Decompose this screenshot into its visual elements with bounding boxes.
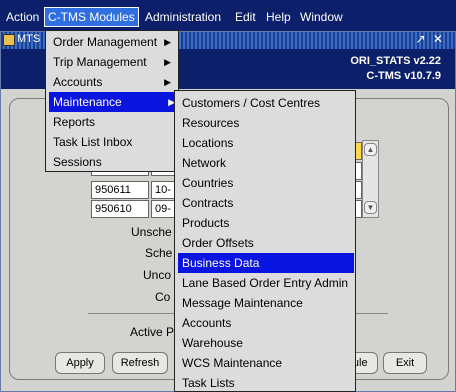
menu-item-products[interactable]: Products: [178, 213, 354, 233]
menu-item-task-list-inbox[interactable]: Task List Inbox: [49, 132, 175, 152]
grid-cell-id[interactable]: 950610: [91, 200, 149, 218]
menu-window[interactable]: Window: [297, 9, 346, 25]
submenu-arrow-icon: ▶: [164, 37, 171, 47]
menu-edit[interactable]: Edit: [232, 9, 259, 25]
menu-item-task-lists[interactable]: Task Lists: [178, 373, 354, 392]
grid-scrollbar[interactable]: ▲ ▼: [362, 140, 379, 218]
menu-ctms-modules[interactable]: C-TMS Modules: [44, 7, 139, 27]
menu-item-wcs-maintenance[interactable]: WCS Maintenance: [178, 353, 354, 373]
menu-item-warehouse[interactable]: Warehouse: [178, 333, 354, 353]
label-completed: Co: [155, 290, 171, 304]
menu-item-trip-management[interactable]: Trip Management ▶: [49, 52, 175, 72]
refresh-button[interactable]: Refresh: [112, 352, 168, 374]
menu-item-locations[interactable]: Locations: [178, 133, 354, 153]
label-active: Active P: [130, 325, 175, 339]
menu-item-label: Accounts: [53, 75, 103, 89]
menu-item-order-offsets[interactable]: Order Offsets: [178, 233, 354, 253]
label-uncompleted: Unco: [143, 268, 172, 282]
menu-item-label: Maintenance: [53, 95, 122, 109]
grid-cell-date[interactable]: 10-: [151, 181, 175, 199]
menu-item-sessions[interactable]: Sessions: [49, 152, 175, 172]
apply-button[interactable]: Apply: [55, 352, 105, 374]
maintenance-submenu: Customers / Cost Centres Resources Locat…: [174, 90, 356, 392]
menu-item-message-maintenance[interactable]: Message Maintenance: [178, 293, 354, 313]
menu-action[interactable]: Action: [3, 9, 42, 25]
menu-item-accounts[interactable]: Accounts: [178, 313, 354, 333]
ctms-modules-menu: Order Management ▶ Trip Management ▶ Accou…: [45, 30, 179, 172]
menu-item-countries[interactable]: Countries: [178, 173, 354, 193]
menu-item-maintenance[interactable]: Maintenance ▶: [49, 92, 179, 112]
grid-cell-id[interactable]: 950611: [91, 181, 149, 199]
menu-item-contracts[interactable]: Contracts: [178, 193, 354, 213]
ctms-version: C-TMS v10.7.9: [366, 70, 441, 82]
window-title: MTS: [17, 33, 41, 45]
menu-item-network[interactable]: Network: [178, 153, 354, 173]
menu-item-order-management[interactable]: Order Management ▶: [49, 32, 175, 52]
window-controls-icon[interactable]: ↗ ✕: [416, 32, 445, 46]
label-unscheduled: Unsche: [131, 225, 172, 239]
menu-item-customers[interactable]: Customers / Cost Centres: [178, 93, 354, 113]
menu-item-label: Order Management: [53, 35, 158, 49]
menu-item-resources[interactable]: Resources: [178, 113, 354, 133]
menu-item-business-data[interactable]: Business Data: [178, 253, 354, 273]
scroll-up-icon[interactable]: ▲: [364, 143, 377, 156]
grid-cell-date[interactable]: 09-: [151, 200, 175, 218]
submenu-arrow-icon: ▶: [164, 77, 171, 87]
menu-bar: Action C-TMS Modules Administration Edit…: [0, 0, 456, 31]
menu-item-accounts[interactable]: Accounts ▶: [49, 72, 175, 92]
menu-help[interactable]: Help: [263, 9, 294, 25]
ori-stats-version: ORI_STATS v2.22: [350, 55, 441, 67]
menu-item-reports[interactable]: Reports: [49, 112, 175, 132]
submenu-arrow-icon: ▶: [164, 57, 171, 67]
menu-item-lane-based-order-entry-admin[interactable]: Lane Based Order Entry Admin: [178, 273, 354, 293]
scroll-down-icon[interactable]: ▼: [364, 201, 377, 214]
menu-item-label: Trip Management: [53, 55, 147, 69]
exit-button[interactable]: Exit: [383, 352, 427, 374]
menu-administration[interactable]: Administration: [142, 9, 224, 25]
app-icon: [3, 34, 15, 46]
label-scheduled: Sche: [145, 246, 173, 260]
